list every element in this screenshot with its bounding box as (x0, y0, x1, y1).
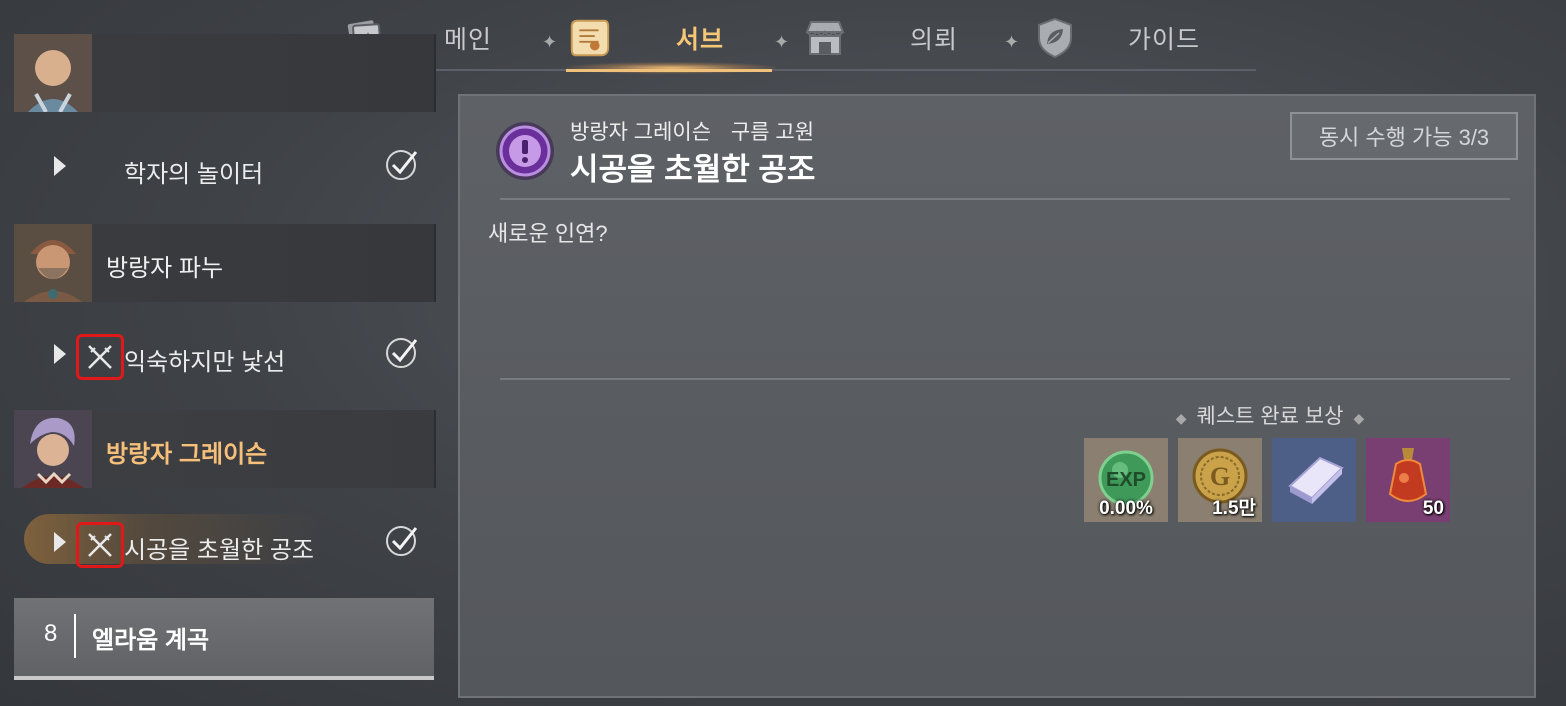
reward-qty: 1.5만 (1212, 498, 1256, 519)
quest-item[interactable]: 익숙하지만 낯선 (14, 320, 434, 390)
exclamation-quest-icon (494, 120, 556, 182)
npc-portrait (14, 34, 92, 112)
shop-icon (802, 15, 848, 61)
check-circle-icon (384, 522, 420, 558)
npc-name-panu: 방랑자 파누 (106, 255, 224, 282)
tab-sub[interactable]: 서브 (566, 12, 776, 74)
quest-giver-name: 방랑자 그레이슨 (570, 121, 712, 144)
crossed-swords-icon (76, 522, 124, 568)
tab-separator: ✦ (542, 32, 558, 52)
chevron-right-icon (54, 532, 66, 552)
concurrent-quest-badge: 동시 수행 가능 3/3 (1290, 112, 1518, 160)
active-tab-glow (566, 62, 776, 74)
diamond-icon: ◆ (1353, 410, 1365, 426)
title-divider (500, 198, 1510, 200)
region-header[interactable]: 8 엘라움 계곡 (14, 598, 434, 680)
chevron-right-icon (54, 344, 66, 364)
quest-list-sidebar: 학자의 놀이터 방랑자 파누 익숙하지만 낯선 방랑자 그레이슨 시공을 초월한… (14, 34, 436, 706)
svg-text:EXP: EXP (1106, 469, 1146, 491)
npc-row-partial[interactable] (14, 34, 436, 112)
tab-separator: ✦ (774, 32, 790, 52)
reward-crystal[interactable] (1272, 438, 1356, 522)
quest-title: 시공을 초월한 공조 (570, 152, 816, 187)
region-number: 8 (44, 620, 58, 647)
region-divider (74, 614, 76, 658)
check-circle-icon (384, 146, 420, 182)
shield-leaf-icon (1032, 15, 1078, 61)
npc-portrait-panu (14, 224, 92, 302)
reward-exp[interactable]: EXP 0.00% (1084, 438, 1168, 522)
quest-item[interactable]: 학자의 놀이터 (14, 132, 434, 202)
tab-request-label: 의뢰 (910, 26, 959, 54)
quest-label: 시공을 초월한 공조 (124, 537, 314, 564)
quest-giver-line: 방랑자 그레이슨 구름 고원 (570, 116, 828, 146)
scroll-icon (566, 15, 612, 61)
reward-header: ◆ 퀘스트 완료 보상 ◆ (1150, 400, 1390, 430)
npc-name-grayson: 방랑자 그레이슨 (106, 441, 268, 468)
check-circle-icon (384, 334, 420, 370)
tab-separator: ✦ (1004, 32, 1020, 52)
reward-header-label: 퀘스트 완료 보상 (1196, 405, 1344, 428)
quest-item-selected[interactable]: 시공을 초월한 공조 (14, 508, 434, 578)
crossed-swords-icon (76, 334, 124, 380)
top-tab-bar: 메인 ✦ 서브 ✦ 의뢰 ✦ 가이드 (308, 0, 1256, 74)
tab-sub-label: 서브 (676, 26, 725, 54)
quest-location: 구름 고원 (730, 121, 815, 144)
quest-label: 익숙하지만 낯선 (124, 349, 286, 376)
quest-detail-panel: 방랑자 그레이슨 구름 고원 시공을 초월한 공조 동시 수행 가능 3/3 새… (458, 94, 1536, 698)
svg-text:G: G (1210, 462, 1230, 491)
reward-gold[interactable]: G 1.5만 (1178, 438, 1262, 522)
tab-guide[interactable]: 가이드 (1032, 12, 1200, 64)
npc-row-grayson[interactable]: 방랑자 그레이슨 (14, 410, 436, 488)
reward-qty: 0.00% (1099, 498, 1153, 519)
active-tab-underline (566, 69, 772, 72)
region-name: 엘라움 계곡 (92, 627, 210, 654)
crystal-ingot-icon (1272, 456, 1356, 526)
tab-request[interactable]: 의뢰 (802, 12, 958, 64)
reward-potion[interactable]: 50 (1366, 438, 1450, 522)
chevron-right-icon (54, 156, 66, 176)
npc-portrait-grayson (14, 410, 92, 488)
tab-guide-label: 가이드 (1128, 26, 1201, 54)
quest-label: 학자의 놀이터 (124, 161, 264, 188)
reward-qty: 50 (1422, 498, 1444, 519)
description-divider (500, 378, 1510, 380)
npc-row-panu[interactable]: 방랑자 파누 (14, 224, 436, 302)
tab-main-label: 메인 (444, 26, 493, 54)
diamond-icon: ◆ (1175, 410, 1187, 426)
tab-bar-baseline (308, 69, 1256, 71)
quest-description: 새로운 인연? (488, 221, 608, 246)
